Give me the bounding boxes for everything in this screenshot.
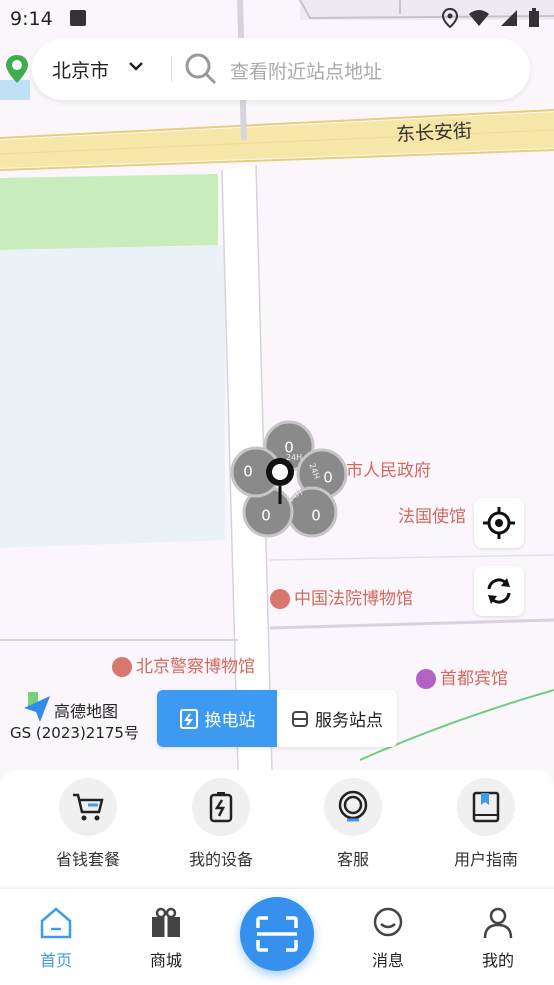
quick-action-label: 我的设备 bbox=[188, 850, 253, 869]
message-icon bbox=[373, 907, 403, 937]
poi-court-museum[interactable]: 中国法院博物馆 bbox=[270, 584, 413, 609]
service-station-icon bbox=[292, 710, 308, 727]
wifi-icon bbox=[469, 10, 489, 26]
quick-action-user-guide[interactable]: 用户指南 bbox=[421, 778, 551, 870]
tab-messages[interactable]: 消息 bbox=[348, 907, 428, 971]
city-selector[interactable]: 北京市 bbox=[52, 56, 109, 83]
amap-logo-icon bbox=[24, 692, 50, 722]
battery-icon bbox=[209, 792, 233, 823]
cluster-count: 0 bbox=[323, 469, 333, 487]
battery-swap-station-tab[interactable]: 换电站 bbox=[157, 690, 277, 747]
chevron-down-icon[interactable] bbox=[128, 60, 144, 72]
poi-police-museum[interactable]: 北京警察博物馆 bbox=[112, 652, 255, 677]
attribution-code: GS (2023)2175号 bbox=[10, 724, 139, 742]
tab-mall[interactable]: 商城 bbox=[126, 907, 206, 971]
location-status-icon bbox=[442, 8, 458, 28]
museum-icon bbox=[270, 589, 290, 609]
cluster-count: 0 bbox=[261, 507, 271, 525]
museum-icon bbox=[112, 657, 132, 677]
tab-home[interactable]: 首页 bbox=[16, 907, 96, 971]
service-station-tab[interactable]: 服务站点 bbox=[277, 690, 397, 747]
poi-french-embassy[interactable]: 法国使馆 bbox=[398, 502, 466, 527]
cart-icon bbox=[73, 793, 104, 821]
headset-icon bbox=[338, 790, 368, 822]
refresh-icon bbox=[487, 578, 511, 604]
tab-label: 首页 bbox=[39, 951, 72, 970]
cluster-count: 0 bbox=[243, 463, 253, 481]
tab-label: 商城 bbox=[149, 951, 182, 970]
signal-icon bbox=[501, 10, 517, 26]
book-icon bbox=[472, 791, 500, 823]
crosshair-icon bbox=[483, 507, 515, 539]
cluster-count: 0 bbox=[311, 507, 321, 525]
status-time: 9:14 bbox=[10, 8, 53, 30]
tab-profile[interactable]: 我的 bbox=[458, 907, 538, 971]
home-icon bbox=[40, 907, 72, 939]
locate-button[interactable] bbox=[474, 498, 524, 548]
gift-icon bbox=[152, 907, 180, 937]
refresh-button[interactable] bbox=[474, 566, 524, 616]
user-icon bbox=[483, 907, 513, 939]
quick-action-my-devices[interactable]: 我的设备 bbox=[156, 778, 286, 870]
search-divider bbox=[171, 56, 172, 82]
app-pin-icon bbox=[4, 54, 30, 84]
tab-label: 我的 bbox=[481, 951, 514, 970]
battery-status-icon bbox=[529, 8, 539, 27]
status-bar: 9:14 bbox=[0, 0, 554, 36]
quick-action-label: 省钱套餐 bbox=[55, 850, 120, 869]
quick-action-label: 用户指南 bbox=[453, 850, 518, 869]
street-label: 东长安街 bbox=[395, 120, 473, 146]
station-type-toggle: 换电站 服务站点 bbox=[157, 690, 397, 747]
poi-city-government[interactable]: 市人民政府 bbox=[346, 456, 431, 481]
quick-action-label: 客服 bbox=[336, 850, 369, 869]
bottom-tab-bar: 首页 商城 消息 我的 bbox=[0, 888, 554, 985]
quick-action-savings-plan[interactable]: 省钱套餐 bbox=[23, 778, 153, 870]
scan-button[interactable] bbox=[240, 897, 314, 971]
quick-action-customer-service[interactable]: 客服 bbox=[288, 778, 418, 870]
hotel-icon bbox=[416, 669, 436, 689]
map-view[interactable]: 东长安街 市人民政府 法国使馆 中国法院博物馆 北京警察博物馆 首都宾馆 0 0… bbox=[0, 0, 554, 770]
poi-capital-hotel[interactable]: 首都宾馆 bbox=[416, 664, 508, 689]
station-cluster[interactable]: 0 0 0 0 0 24H 24H 24H bbox=[226, 420, 350, 538]
search-bar: 北京市 查看附近站点地址 bbox=[32, 38, 530, 100]
search-icon bbox=[185, 53, 217, 85]
scan-icon bbox=[256, 916, 298, 952]
attribution-name: 高德地图 bbox=[54, 702, 119, 721]
search-input[interactable]: 查看附近站点地址 bbox=[230, 57, 382, 84]
swap-station-icon bbox=[179, 708, 198, 729]
notification-icon bbox=[70, 10, 86, 26]
quick-actions-panel: 省钱套餐 我的设备 客服 用户指南 bbox=[0, 770, 554, 886]
cluster-tag: 24H bbox=[286, 453, 302, 462]
tab-label: 消息 bbox=[371, 951, 404, 970]
